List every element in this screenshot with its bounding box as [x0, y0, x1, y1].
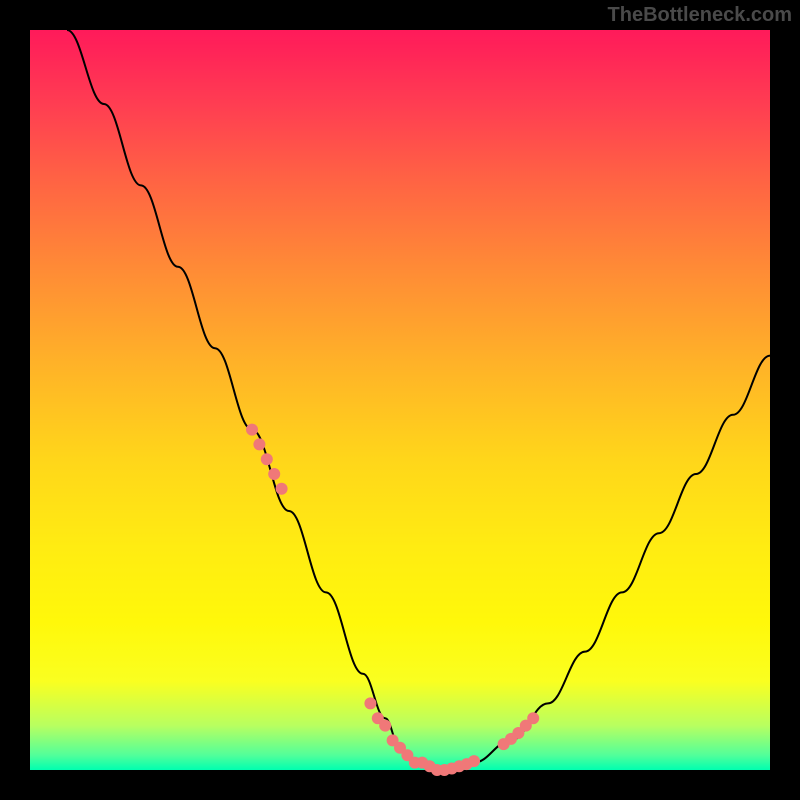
highlight-marker	[364, 697, 376, 709]
highlight-marker	[261, 453, 273, 465]
highlight-markers	[246, 424, 539, 776]
highlight-marker	[468, 755, 480, 767]
highlight-marker	[246, 424, 258, 436]
chart-plot-area	[30, 30, 770, 770]
watermark-text: TheBottleneck.com	[608, 4, 792, 27]
highlight-marker	[379, 720, 391, 732]
highlight-marker	[253, 438, 265, 450]
highlight-marker	[276, 483, 288, 495]
highlight-marker	[527, 712, 539, 724]
bottleneck-curve	[67, 30, 770, 770]
chart-svg	[30, 30, 770, 770]
highlight-marker	[268, 468, 280, 480]
